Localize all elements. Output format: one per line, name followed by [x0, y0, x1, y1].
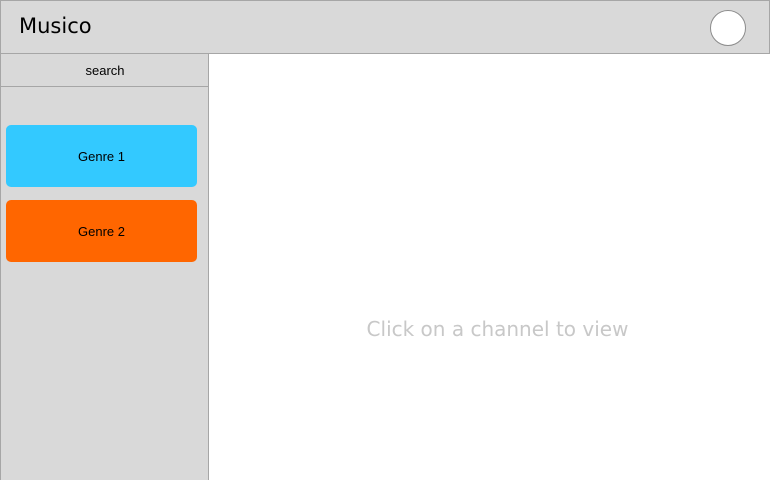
- user-avatar-icon[interactable]: [710, 10, 746, 46]
- search-input[interactable]: search: [1, 54, 209, 87]
- main-content: Click on a channel to view: [209, 54, 770, 480]
- genre-button-2[interactable]: Genre 2: [6, 200, 197, 262]
- genre-label: Genre 2: [78, 223, 125, 239]
- sidebar: search Genre 1 Genre 2: [0, 54, 209, 480]
- app-window: Musico search Genre 1 Genre 2 Click on a…: [0, 0, 770, 480]
- app-title: Musico: [19, 14, 92, 38]
- genre-label: Genre 1: [78, 148, 125, 164]
- top-bar: Musico: [0, 0, 770, 54]
- empty-state-message: Click on a channel to view: [366, 317, 629, 341]
- genre-button-1[interactable]: Genre 1: [6, 125, 197, 187]
